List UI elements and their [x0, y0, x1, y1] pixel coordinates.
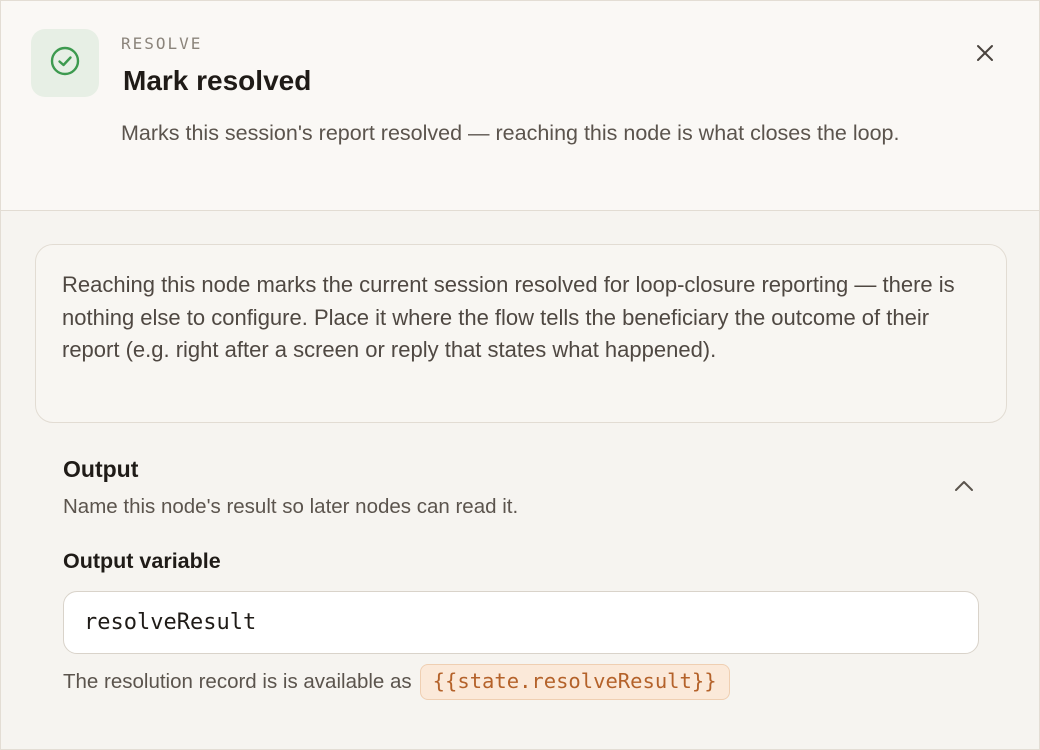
- node-description: Marks this session's report resolved — r…: [121, 121, 900, 145]
- output-variable-label: Output variable: [63, 549, 221, 573]
- output-hint-text: The resolution record is is available as: [63, 670, 412, 693]
- collapse-output-button[interactable]: [949, 473, 979, 503]
- info-callout: Reaching this node marks the current ses…: [35, 244, 1007, 423]
- close-icon: [975, 43, 995, 68]
- output-section-subtitle: Name this node's result so later nodes c…: [63, 495, 519, 518]
- page-title: Mark resolved: [123, 65, 312, 96]
- node-type-badge: [31, 29, 99, 97]
- output-hint: The resolution record is is available as…: [63, 664, 730, 700]
- node-config-panel: RESOLVE Mark resolved Marks this session…: [0, 0, 1040, 750]
- output-section-title: Output: [63, 456, 139, 482]
- chevron-up-icon: [953, 479, 975, 498]
- node-type-label: RESOLVE: [121, 34, 203, 53]
- check-circle-icon: [48, 44, 82, 83]
- state-variable-token: {{state.resolveResult}}: [419, 664, 730, 700]
- info-text: Reaching this node marks the current ses…: [62, 272, 955, 362]
- close-button[interactable]: [967, 37, 1003, 73]
- panel-header: RESOLVE Mark resolved Marks this session…: [1, 1, 1039, 211]
- output-variable-input[interactable]: [63, 591, 979, 654]
